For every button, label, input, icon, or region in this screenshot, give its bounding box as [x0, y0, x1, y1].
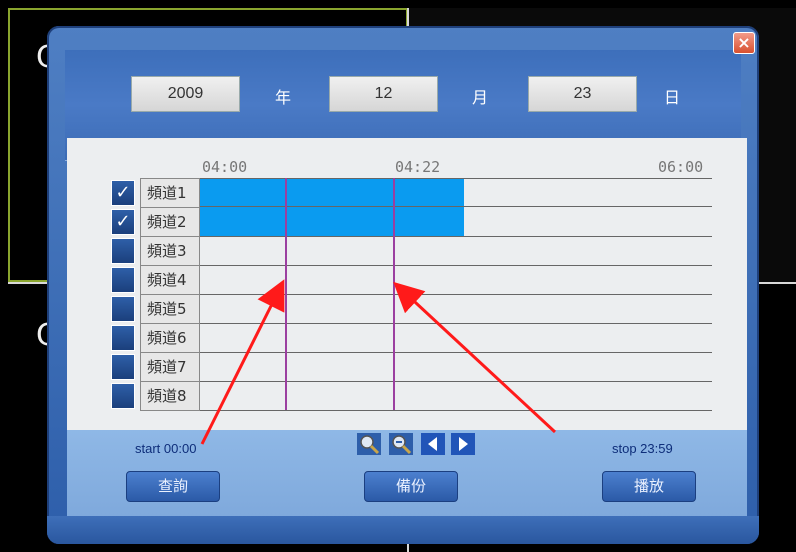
time-marker-start[interactable] [285, 178, 287, 410]
start-time-text: start 00:00 [135, 441, 197, 456]
channel-label: 頻道5 [140, 294, 200, 324]
channel-checkbox[interactable]: ✓ [111, 180, 135, 206]
zoom-in-icon[interactable] [357, 433, 381, 455]
channel-label: 頻道8 [140, 381, 200, 411]
timeline-row-line [200, 236, 712, 237]
channel-label: 頻道7 [140, 352, 200, 382]
channel-label: 頻道4 [140, 265, 200, 295]
channel-checkbox[interactable] [111, 296, 135, 322]
arrow-right-icon[interactable] [451, 433, 475, 455]
channel-label: 頻道2 [140, 207, 200, 237]
time-tick: 06:00 [658, 158, 704, 176]
channel-label: 頻道3 [140, 236, 200, 266]
time-tick: 04:00 [202, 158, 248, 176]
timeline-row-line [200, 294, 712, 295]
channel-checkbox[interactable] [111, 383, 135, 409]
channel-checkbox[interactable] [111, 267, 135, 293]
stop-time-text: stop 23:59 [612, 441, 673, 456]
recording-bar-channel-2[interactable] [200, 207, 464, 236]
timeline-row-line [200, 381, 712, 382]
query-button[interactable]: 查詢 [126, 471, 220, 502]
year-label: 年 [275, 88, 292, 107]
timeline-row-line [200, 323, 712, 324]
recording-bar-channel-1[interactable] [200, 179, 464, 206]
close-icon[interactable]: × [733, 32, 755, 54]
time-marker-end[interactable] [393, 178, 395, 410]
channel-checkbox[interactable] [111, 325, 135, 351]
zoom-out-icon[interactable] [389, 433, 413, 455]
dialog-footer-frame [47, 516, 759, 544]
month-label: 月 [472, 88, 489, 107]
time-tick: 04:22 [395, 158, 441, 176]
channel-checkbox[interactable]: ✓ [111, 209, 135, 235]
channel-label: 頻道1 [140, 178, 200, 208]
channel-checkbox[interactable] [111, 238, 135, 264]
timeline-row-line [200, 265, 712, 266]
play-button[interactable]: 播放 [602, 471, 696, 502]
backup-button[interactable]: 備份 [364, 471, 458, 502]
day-label: 日 [664, 88, 681, 107]
timeline-row-line [200, 410, 712, 411]
channel-checkbox[interactable] [111, 354, 135, 380]
month-field[interactable]: 12 [329, 76, 438, 112]
day-field[interactable]: 23 [528, 76, 637, 112]
timeline-row-line [200, 352, 712, 353]
arrow-left-icon[interactable] [421, 433, 445, 455]
channel-label: 頻道6 [140, 323, 200, 353]
year-field[interactable]: 2009 [131, 76, 240, 112]
